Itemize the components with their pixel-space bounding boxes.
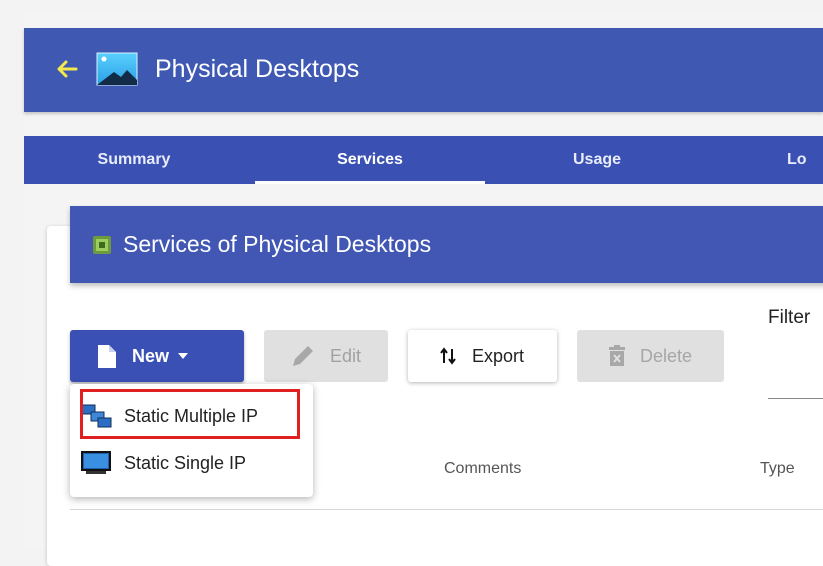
trash-icon — [609, 345, 625, 366]
tab-usage[interactable]: Usage — [538, 136, 656, 184]
tab-bar: Summary Services Usage Lo — [24, 136, 823, 184]
export-button[interactable]: Export — [408, 330, 557, 382]
export-button-label: Export — [472, 345, 525, 366]
page-title: Physical Desktops — [155, 55, 360, 83]
back-arrow-icon[interactable] — [52, 54, 82, 84]
pencil-icon — [293, 346, 313, 366]
new-button[interactable]: New — [70, 330, 244, 382]
tab-summary[interactable]: Summary — [74, 136, 194, 184]
delete-button[interactable]: Delete — [577, 330, 724, 382]
active-tab-indicator — [255, 181, 485, 184]
filter-input[interactable] — [768, 398, 823, 399]
file-icon — [98, 344, 116, 368]
edit-button[interactable]: Edit — [264, 330, 388, 382]
monitor-icon — [81, 451, 111, 474]
tab-logs[interactable]: Lo — [787, 136, 823, 184]
desktop-landscape-icon — [96, 52, 138, 86]
sort-arrows-icon — [440, 347, 456, 365]
filter-label: Filter — [768, 307, 811, 328]
tab-services[interactable]: Services — [307, 136, 433, 184]
app-header: Physical Desktops — [24, 28, 823, 112]
table-divider — [70, 509, 823, 510]
card-header: Services of Physical Desktops — [70, 206, 823, 283]
menu-item-label: Static Single IP — [124, 452, 247, 473]
chip-icon — [92, 235, 112, 255]
caret-down-icon — [178, 353, 189, 359]
delete-button-label: Delete — [640, 345, 693, 366]
card-title: Services of Physical Desktops — [123, 231, 432, 257]
new-button-label: New — [132, 345, 170, 366]
selection-highlight-box — [80, 389, 300, 439]
column-header-type[interactable]: Type — [760, 460, 795, 478]
edit-button-label: Edit — [330, 345, 362, 366]
column-header-comments[interactable]: Comments — [444, 460, 521, 478]
menu-item-static-single-ip[interactable]: Static Single IP — [80, 441, 246, 485]
